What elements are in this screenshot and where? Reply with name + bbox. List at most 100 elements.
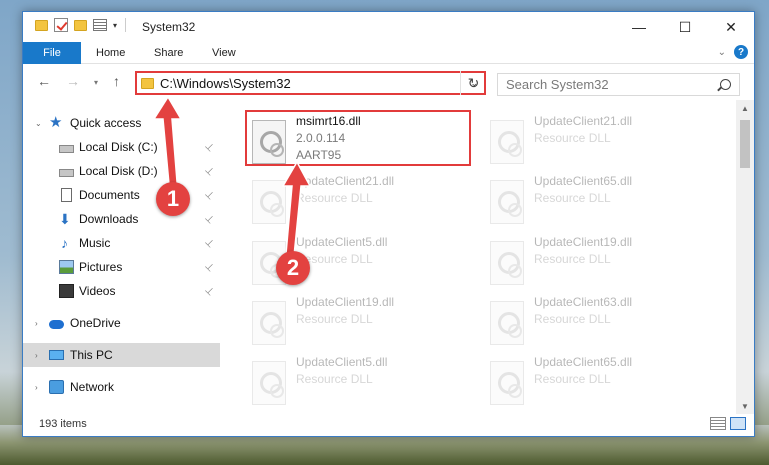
pin-icon[interactable]: ⊥	[202, 260, 216, 274]
sidebar-item-network[interactable]: › Network	[23, 375, 220, 399]
sidebar-item-label: Videos	[79, 284, 116, 298]
sidebar-item-local-disk-d[interactable]: Local Disk (D:) ⊥	[23, 159, 220, 183]
sidebar-item-onedrive[interactable]: › OneDrive	[23, 311, 220, 335]
videos-icon	[59, 284, 74, 298]
up-button[interactable]: ↑	[113, 73, 120, 89]
customize-toolbar-dropdown-icon[interactable]: ▾	[113, 21, 117, 30]
dll-file-icon	[490, 241, 524, 285]
dll-file-icon	[490, 301, 524, 345]
properties-check-icon[interactable]	[54, 18, 68, 32]
minimize-button[interactable]: —	[616, 12, 662, 42]
recent-locations-dropdown[interactable]: ▾	[94, 78, 98, 87]
forward-button[interactable]: →	[66, 73, 80, 89]
vertical-scrollbar[interactable]: ▲ ▼	[736, 100, 754, 414]
tab-home[interactable]: Home	[96, 42, 125, 64]
drive-icon	[59, 168, 74, 177]
sidebar-item-music[interactable]: ♪ Music ⊥	[23, 231, 220, 255]
file-item[interactable]: UpdateClient65.dll Resource DLL	[482, 172, 712, 224]
pin-icon[interactable]: ⊥	[202, 164, 216, 178]
ribbon-tabs: File Home Share View ⌄ ?	[23, 42, 754, 64]
sidebar-item-label: Documents	[79, 188, 140, 202]
file-type: Resource DLL	[296, 372, 373, 386]
file-name: UpdateClient63.dll	[534, 295, 633, 309]
tab-view[interactable]: View	[212, 42, 236, 64]
tab-file[interactable]: File	[23, 42, 81, 64]
file-name: UpdateClient19.dll	[534, 235, 633, 249]
status-bar: 193 items	[23, 412, 754, 436]
chevron-icon[interactable]: ›	[35, 383, 38, 392]
music-icon: ♪	[61, 235, 68, 251]
file-type: Resource DLL	[534, 312, 611, 326]
sidebar-item-label: This PC	[70, 348, 113, 362]
address-path[interactable]: C:\Windows\System32	[160, 76, 470, 91]
file-type: Resource DLL	[296, 312, 373, 326]
scroll-up-arrow-icon[interactable]: ▲	[736, 100, 754, 116]
file-item[interactable]: UpdateClient19.dll Resource DLL	[482, 233, 712, 285]
file-item[interactable]: UpdateClient5.dll Resource DLL	[244, 353, 474, 405]
file-name: UpdateClient65.dll	[534, 355, 633, 369]
highlight-box	[245, 110, 471, 166]
chevron-icon[interactable]: ⌄	[35, 119, 42, 128]
file-type: Resource DLL	[534, 131, 611, 145]
view-properties-icon[interactable]	[93, 19, 107, 31]
file-name: UpdateClient5.dll	[296, 355, 388, 369]
step-1-badge: 1	[156, 182, 190, 216]
sidebar-item-label: Local Disk (C:)	[79, 140, 158, 154]
sidebar-item-this-pc[interactable]: › This PC	[23, 343, 220, 367]
file-name: UpdateClient19.dll	[296, 295, 395, 309]
dll-file-icon	[490, 361, 524, 405]
new-folder-icon[interactable]	[74, 19, 87, 31]
address-bar[interactable]: C:\Windows\System32 ⌄	[135, 71, 486, 95]
dll-file-icon	[490, 120, 524, 164]
sidebar-item-documents[interactable]: Documents ⊥	[23, 183, 220, 207]
sidebar-item-downloads[interactable]: ⬇ Downloads ⊥	[23, 207, 220, 231]
quick-access-toolbar: ▾	[35, 18, 127, 32]
file-name: UpdateClient21.dll	[534, 114, 633, 128]
sidebar-item-label: Quick access	[70, 116, 142, 130]
details-view-icon[interactable]	[710, 417, 726, 430]
chevron-icon[interactable]: ›	[35, 319, 38, 328]
refresh-icon: ↻	[467, 74, 480, 91]
file-type: Resource DLL	[534, 252, 611, 266]
expand-ribbon-icon[interactable]: ⌄	[718, 47, 726, 58]
large-icons-view-icon[interactable]	[730, 417, 746, 430]
file-item[interactable]: UpdateClient65.dll Resource DLL	[482, 353, 712, 405]
cloud-icon	[49, 320, 64, 329]
scrollbar-thumb[interactable]	[740, 120, 750, 168]
sidebar-item-pictures[interactable]: Pictures ⊥	[23, 255, 220, 279]
search-box[interactable]: Search System32	[497, 73, 740, 96]
pin-icon[interactable]: ⊥	[202, 188, 216, 202]
tab-share[interactable]: Share	[154, 42, 183, 64]
folder-icon[interactable]	[35, 19, 48, 31]
file-type: Resource DLL	[534, 372, 611, 386]
file-item[interactable]: UpdateClient21.dll Resource DLL	[482, 112, 712, 164]
dll-file-icon	[252, 301, 286, 345]
file-name: UpdateClient65.dll	[534, 174, 633, 188]
back-button[interactable]: ←	[37, 73, 51, 89]
file-type: Resource DLL	[534, 191, 611, 205]
pin-icon[interactable]: ⊥	[202, 284, 216, 298]
window-controls: — ☐ ✕	[616, 12, 754, 42]
sidebar-item-label: Network	[70, 380, 115, 394]
step-2-badge: 2	[276, 251, 310, 285]
help-icon[interactable]: ?	[734, 45, 748, 59]
pin-icon[interactable]: ⊥	[202, 236, 216, 250]
pin-icon[interactable]: ⊥	[202, 140, 216, 154]
file-item[interactable]: UpdateClient63.dll Resource DLL	[482, 293, 712, 345]
window-title: System32	[142, 20, 196, 34]
sidebar-item-videos[interactable]: Videos ⊥	[23, 279, 220, 303]
chevron-icon[interactable]: ›	[35, 351, 38, 360]
sidebar-item-quick-access[interactable]: ⌄ ★ Quick access	[23, 111, 220, 135]
file-item[interactable]: UpdateClient19.dll Resource DLL	[244, 293, 474, 345]
folder-icon	[141, 77, 154, 89]
sidebar-item-label: Pictures	[79, 260, 123, 274]
sidebar-item-local-disk-c[interactable]: Local Disk (C:) ⊥	[23, 135, 220, 159]
close-button[interactable]: ✕	[708, 12, 754, 42]
item-count: 193 items	[39, 418, 87, 430]
search-placeholder: Search System32	[506, 77, 609, 92]
pin-icon[interactable]: ⊥	[202, 212, 216, 226]
toolbar-divider	[125, 18, 127, 32]
refresh-button[interactable]: ↻	[460, 71, 486, 95]
maximize-button[interactable]: ☐	[662, 12, 708, 42]
navigation-bar: ← → ▾ ↑ C:\Windows\System32 ⌄ ↻ Search S…	[23, 64, 754, 100]
